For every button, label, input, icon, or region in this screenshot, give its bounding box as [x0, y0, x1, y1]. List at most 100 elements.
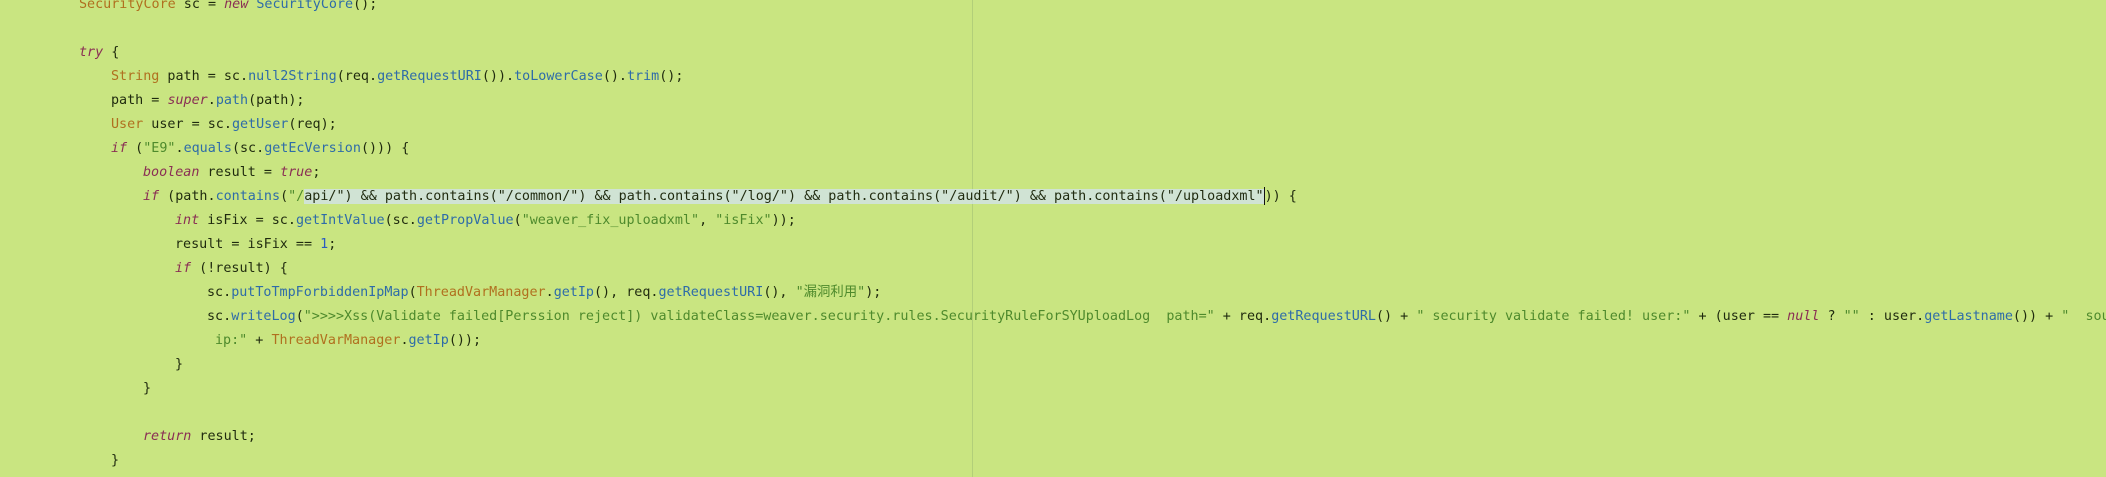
- code-token: .: [545, 285, 554, 300]
- code-token: ,: [699, 213, 716, 228]
- code-token: ip:": [215, 333, 248, 348]
- code-token: ">>>>Xss(Validate failed[Perssion reject…: [303, 309, 1215, 324]
- code-token: SecurityCore: [256, 0, 354, 12]
- code-token: writeLog: [231, 309, 296, 324]
- code-line[interactable]: ip:" + ThreadVarManager.getIp());: [215, 329, 481, 353]
- code-token: "weaver_fix_uploadxml": [521, 213, 700, 228]
- code-token: getIp: [553, 285, 594, 300]
- code-token: ThreadVarManager: [271, 333, 401, 348]
- code-token: getRequestURI: [658, 285, 764, 300]
- code-token: path =: [111, 93, 168, 108]
- code-token: equals: [183, 141, 232, 156]
- code-token: getLastname: [1924, 309, 2013, 324]
- code-token: {: [103, 45, 120, 60]
- code-token: return: [143, 429, 192, 444]
- code-token: isFix = sc.: [199, 213, 296, 228]
- code-token: " security validate failed! user:": [1416, 309, 1691, 324]
- code-token: toLowerCase: [514, 69, 603, 84]
- code-token: result =: [199, 165, 281, 180]
- code-line[interactable]: try {: [79, 41, 119, 65]
- code-line[interactable]: path = super.path(path);: [111, 89, 305, 113]
- code-line[interactable]: User user = sc.getUser(req);: [111, 113, 337, 137]
- code-token: new: [224, 0, 249, 12]
- code-token: );: [865, 285, 882, 300]
- code-line[interactable]: boolean result = true;: [143, 161, 320, 185]
- code-token: (path);: [248, 93, 305, 108]
- code-token: (sc.: [231, 141, 265, 156]
- code-token: trim: [627, 69, 660, 84]
- code-line[interactable]: return result;: [143, 425, 256, 449]
- code-line[interactable]: if ("E9".equals(sc.getEcVersion())) {: [111, 137, 409, 161]
- code-line[interactable]: if (!result) {: [175, 257, 288, 281]
- code-token: "E9": [143, 141, 176, 156]
- code-token: getIp: [408, 333, 449, 348]
- right-margin-guide: [972, 0, 973, 477]
- code-token: null2String: [248, 69, 337, 84]
- code-token: (path.: [159, 189, 216, 204]
- code-token: (sc.: [384, 213, 417, 228]
- code-token: .: [400, 333, 409, 348]
- code-token: ();: [659, 69, 684, 84]
- code-line[interactable]: String path = sc.null2String(req.getRequ…: [111, 65, 683, 89]
- code-token: if: [175, 261, 192, 276]
- code-token: +: [247, 333, 272, 348]
- code-token: sc.: [207, 285, 232, 300]
- code-line[interactable]: result = isFix == 1;: [175, 233, 336, 257]
- code-token: putToTmpForbiddenIpMap: [231, 285, 409, 300]
- code-token: true: [280, 165, 313, 180]
- code-token: ())) {: [360, 141, 410, 156]
- code-token: SecurityCore: [79, 0, 176, 12]
- code-token: (: [280, 189, 289, 204]
- code-token: (),: [763, 285, 796, 300]
- code-line[interactable]: }: [143, 377, 151, 401]
- code-token: super: [167, 93, 208, 108]
- code-editor[interactable]: SecurityCore sc = new SecurityCore(); try…: [0, 0, 2106, 477]
- code-token: 1: [320, 237, 329, 252]
- code-line[interactable]: }: [111, 449, 119, 473]
- code-token: path: [215, 93, 249, 108]
- code-line[interactable]: int isFix = sc.getIntValue(sc.getPropVal…: [175, 209, 796, 233]
- code-token: ()).: [481, 69, 515, 84]
- code-line[interactable]: if (path.contains("/api/") && path.conta…: [143, 185, 1297, 209]
- code-token: int: [175, 213, 200, 228]
- code-token: user = sc.: [143, 117, 232, 132]
- code-token: ?: [1819, 309, 1844, 324]
- code-token: boolean: [143, 165, 200, 180]
- code-line[interactable]: }: [175, 353, 183, 377]
- code-token: getPropValue: [416, 213, 514, 228]
- code-token: )) {: [1264, 189, 1297, 204]
- code-token: (: [127, 141, 144, 156]
- code-token: (req);: [288, 117, 337, 132]
- code-token: }: [143, 381, 152, 396]
- code-token: () +: [1376, 309, 1417, 324]
- code-token: }: [111, 453, 120, 468]
- code-token: ());: [448, 333, 482, 348]
- code-token: getRequestURI: [377, 69, 482, 84]
- code-token: ));: [771, 213, 796, 228]
- code-line[interactable]: SecurityCore sc = new SecurityCore();: [79, 0, 377, 17]
- code-token: (: [513, 213, 522, 228]
- code-token: try: [79, 45, 104, 60]
- code-token: (: [408, 285, 417, 300]
- code-token: .: [207, 93, 216, 108]
- code-token: result = isFix ==: [175, 237, 321, 252]
- code-token: "漏洞利用": [795, 285, 866, 300]
- code-token: User: [111, 117, 144, 132]
- code-token: ()) +: [2012, 309, 2062, 324]
- code-token: getUser: [231, 117, 289, 132]
- code-token: " source: [2061, 309, 2106, 324]
- code-token: contains: [215, 189, 281, 204]
- code-token: "isFix": [715, 213, 772, 228]
- code-token: (), req.: [594, 285, 659, 300]
- code-line[interactable]: sc.writeLog(">>>>Xss(Validate failed[Per…: [207, 305, 2106, 329]
- code-token: ThreadVarManager: [416, 285, 546, 300]
- code-token: null: [1787, 309, 1820, 324]
- code-token: getRequestURL: [1271, 309, 1376, 324]
- code-token: sc =: [175, 0, 225, 12]
- code-line[interactable]: sc.putToTmpForbiddenIpMap(ThreadVarManag…: [207, 281, 881, 305]
- code-token: ();: [353, 0, 378, 12]
- code-token: (req.: [336, 69, 378, 84]
- code-token: if: [111, 141, 128, 156]
- code-token: result;: [191, 429, 256, 444]
- code-token: sc.: [207, 309, 232, 324]
